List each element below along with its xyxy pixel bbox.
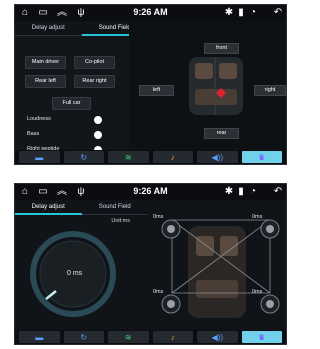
reset-icon: ↻	[80, 332, 88, 342]
dial-value: 0 ms	[67, 270, 83, 277]
right-button[interactable]: right	[254, 85, 286, 96]
crown-icon: ♛	[258, 152, 266, 162]
bluetooth-icon: ✱	[224, 186, 234, 197]
save-icon: ▬	[35, 152, 44, 162]
status-bar: ⌂ ▭ ︽ ψ 9:26 AM ✱ ▮ ◔ ↶	[15, 5, 286, 21]
eq-icon: ≋	[124, 332, 132, 342]
rear-left-delay: 0ms	[153, 289, 164, 295]
wifi-icon: ◔	[249, 186, 257, 197]
reset-button[interactable]: ↻	[63, 331, 104, 343]
back-icon[interactable]: ↶	[272, 186, 284, 198]
tab-delay-adjust[interactable]: Delay adjust	[15, 21, 82, 36]
tone-button[interactable]: ♪	[152, 331, 193, 343]
tab-delay-adjust[interactable]: Delay adjust	[15, 200, 82, 215]
volume-icon: ◀))	[211, 332, 223, 342]
tone-button[interactable]: ♪	[152, 151, 193, 163]
tab-sound-field[interactable]: Sound Field	[81, 200, 148, 215]
bluetooth-icon: ✱	[224, 7, 234, 18]
crown-icon: ♛	[258, 332, 266, 342]
wifi-icon: ◔	[249, 7, 257, 18]
co-pilot-button[interactable]: Co-pilot	[74, 56, 115, 69]
sound-field-area[interactable]: front rear left right	[129, 21, 286, 152]
volume-button[interactable]: ◀))	[197, 331, 238, 343]
rear-right-delay: 0ms	[252, 289, 263, 295]
speaker-icon[interactable]	[260, 294, 280, 314]
rear-left-button[interactable]: Rear left	[25, 75, 66, 88]
status-bar: ⌂ ▭ ︽ ψ 9:26 AM ✱ ▮ ◔ ↶	[15, 184, 286, 200]
battery-icon: ▮	[238, 7, 244, 18]
rear-button[interactable]: rear	[204, 128, 239, 139]
speaker-icon[interactable]	[161, 294, 181, 314]
speaker-icon[interactable]	[260, 219, 280, 239]
sound-field-screen: ⌂ ▭ ︽ ψ 9:26 AM ✱ ▮ ◔ ↶ Delay adjust Sou…	[14, 4, 287, 165]
battery-icon: ▮	[238, 186, 244, 197]
reset-button[interactable]: ↻	[63, 151, 104, 163]
back-icon[interactable]: ↶	[272, 7, 284, 19]
bass-toggle[interactable]	[94, 131, 102, 139]
rear-right-button[interactable]: Rear right	[74, 75, 115, 88]
tone-icon: ♪	[170, 152, 175, 162]
crown-button[interactable]: ♛	[241, 331, 282, 343]
loudness-toggle[interactable]	[94, 116, 102, 124]
delay-adjust-screen: ⌂ ▭ ︽ ψ 9:26 AM ✱ ▮ ◔ ↶ Delay adjust Sou…	[14, 183, 287, 345]
left-button[interactable]: left	[139, 85, 174, 96]
full-car-button[interactable]: Full car	[52, 97, 91, 110]
save-button[interactable]: ▬	[19, 151, 60, 163]
volume-button[interactable]: ◀))	[197, 151, 238, 163]
bottom-dock: ▬ ↻ ≋ ♪ ◀)) ♛	[15, 150, 286, 164]
front-left-delay: 0ms	[153, 214, 164, 220]
bottom-dock: ▬ ↻ ≋ ♪ ◀)) ♛	[15, 330, 286, 344]
save-icon: ▬	[35, 332, 44, 342]
crown-button[interactable]: ♛	[241, 151, 282, 163]
save-button[interactable]: ▬	[19, 331, 60, 343]
eq-button[interactable]: ≋	[108, 331, 149, 343]
eq-icon: ≋	[124, 152, 132, 162]
seat-panel: Main driver Co-pilot Rear left Rear righ…	[15, 36, 129, 154]
front-button[interactable]: front	[204, 43, 239, 54]
tone-icon: ♪	[170, 332, 175, 342]
main-driver-button[interactable]: Main driver	[25, 56, 66, 69]
volume-icon: ◀))	[211, 152, 223, 162]
bass-label: Bass	[27, 131, 40, 137]
tab-bar: Delay adjust Sound Field	[15, 200, 148, 215]
loudness-label: Loudness	[27, 116, 51, 122]
reset-icon: ↻	[80, 152, 88, 162]
speaker-icon[interactable]	[161, 219, 181, 239]
front-right-delay: 0ms	[252, 214, 263, 220]
delay-dial[interactable]	[21, 217, 141, 337]
eq-button[interactable]: ≋	[108, 151, 149, 163]
